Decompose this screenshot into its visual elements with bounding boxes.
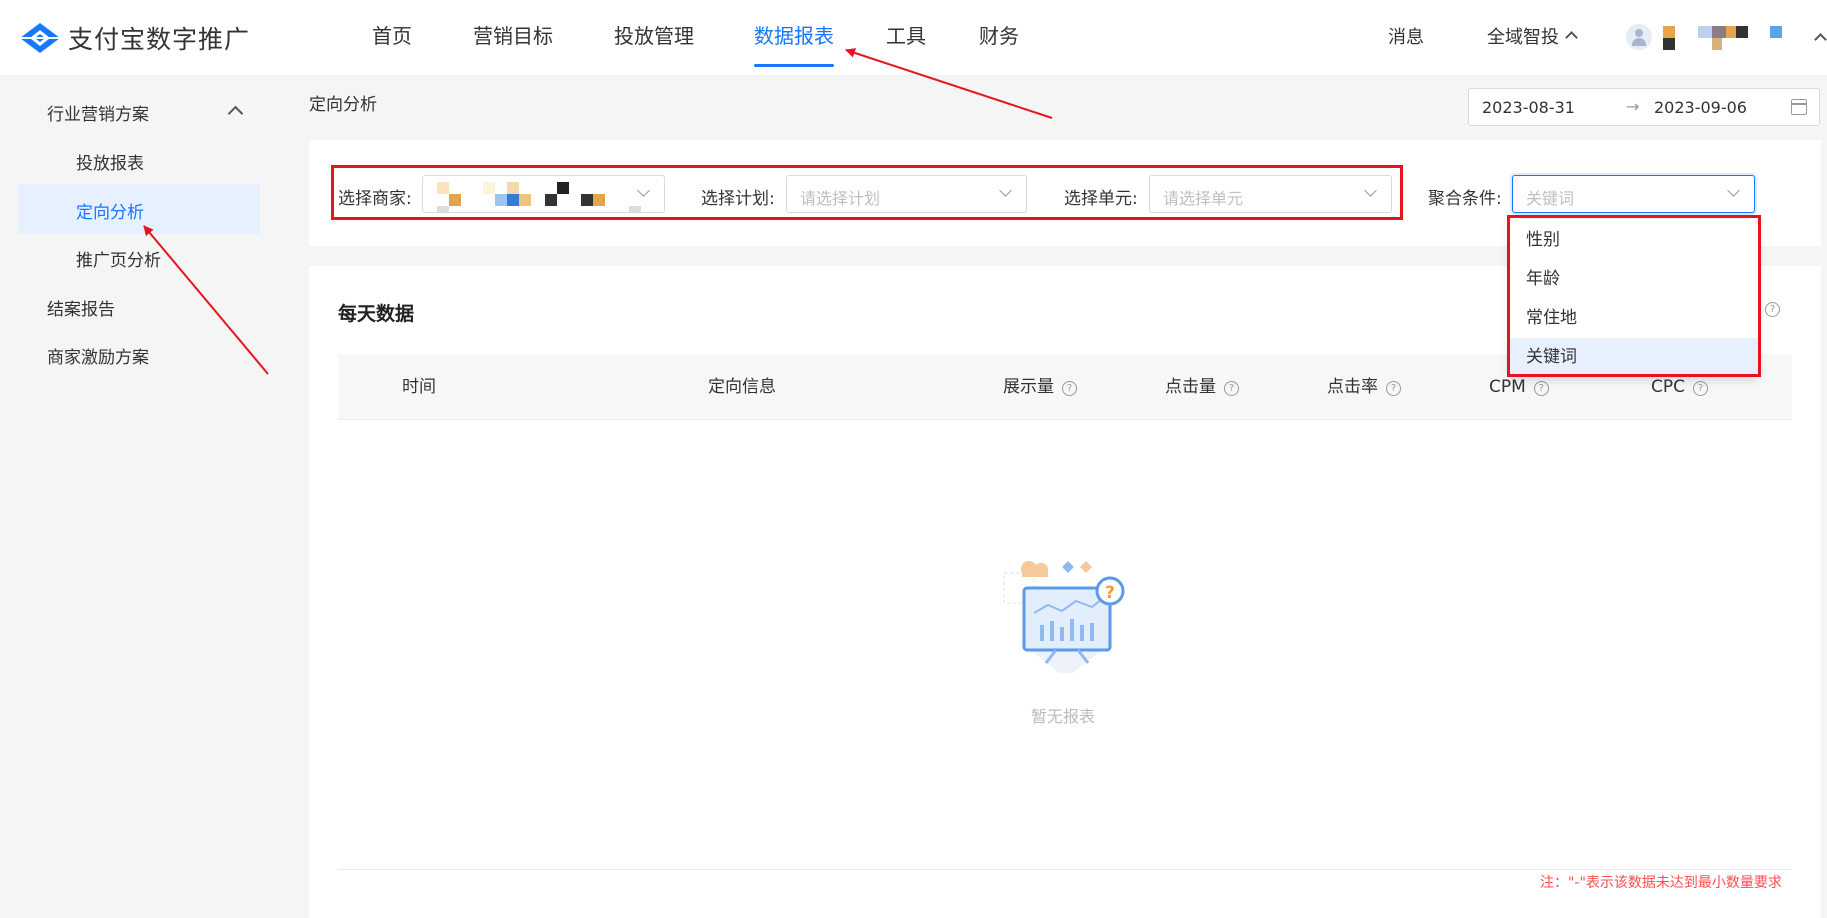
annotation-arrows — [143, 48, 1053, 375]
annotation-arrow-nav — [845, 48, 1053, 119]
annotation-arrow-sidebar — [143, 225, 269, 375]
